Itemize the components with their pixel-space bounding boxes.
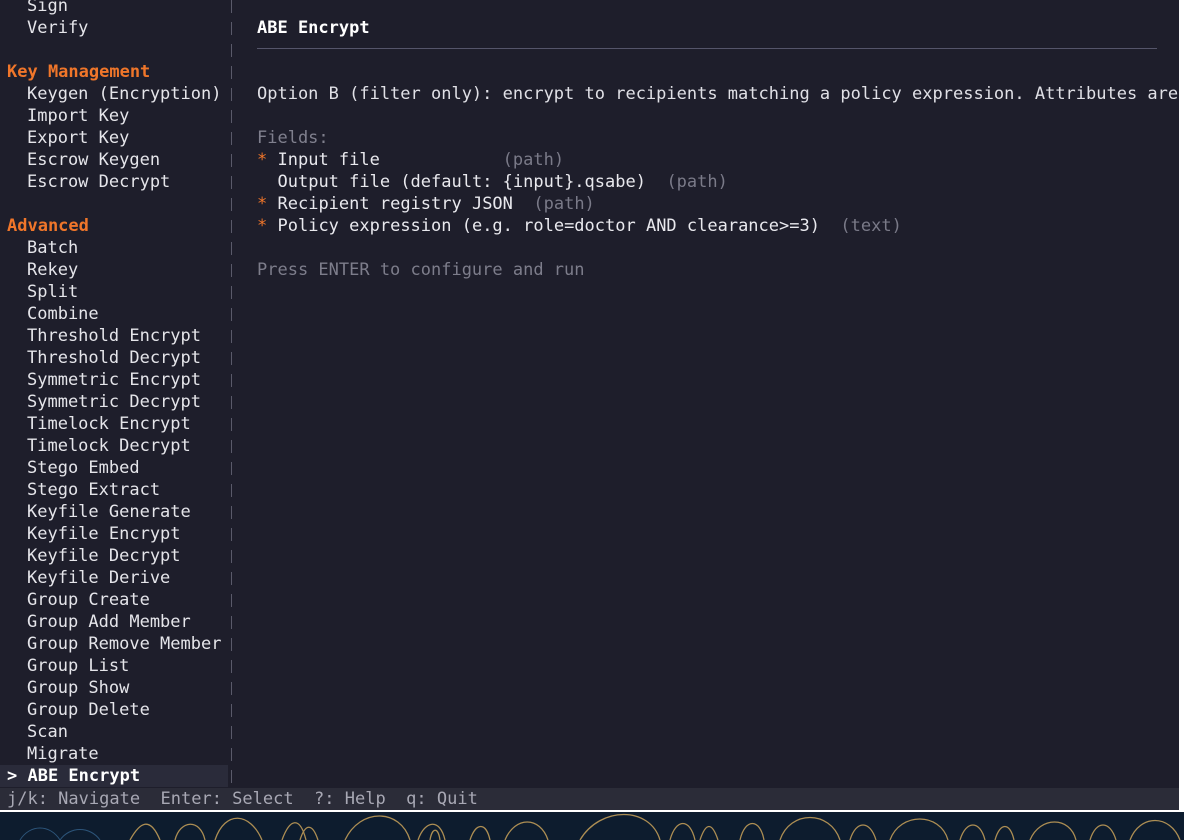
desktop-wallpaper <box>0 812 1184 840</box>
sidebar-menu: Sign Verify Key Management Keygen (Encrypti… <box>0 0 228 788</box>
fields-label: Fields: <box>257 128 329 148</box>
sidebar-item[interactable]: Import Key <box>0 105 228 127</box>
page-title: ABE Encrypt <box>257 18 370 38</box>
optional-marker <box>257 172 267 192</box>
field-name: Policy expression (e.g. role=doctor AND … <box>277 216 841 236</box>
sidebar-item[interactable]: Escrow Decrypt <box>0 171 228 193</box>
required-marker: * <box>257 150 268 170</box>
field-row: * Policy expression (e.g. role=doctor AN… <box>257 215 902 237</box>
sidebar-item[interactable]: Keyfile Decrypt <box>0 545 228 567</box>
pane-divider <box>231 0 232 788</box>
sidebar-item[interactable]: Batch <box>0 237 228 259</box>
required-marker: * <box>257 194 268 214</box>
sidebar-item[interactable]: Rekey <box>0 259 228 281</box>
field-row: * Input file (path) <box>257 149 564 171</box>
sidebar-section-header: Advanced <box>7 216 89 236</box>
sidebar-section-header: Key Management <box>7 62 151 82</box>
status-bar: j/k: Navigate Enter: Select ?: Help q: Q… <box>0 788 1179 810</box>
field-row: * Recipient registry JSON (path) <box>257 193 595 215</box>
sidebar-item[interactable]: Combine <box>0 303 228 325</box>
sidebar-item[interactable]: Group Delete <box>0 699 228 721</box>
terminal-window: Sign Verify Key Management Keygen (Encrypti… <box>0 0 1179 810</box>
sidebar-item[interactable]: Stego Extract <box>0 479 228 501</box>
sidebar-item[interactable]: Keyfile Generate <box>0 501 228 523</box>
operation-description: Option B (filter only): encrypt to recip… <box>257 84 1179 104</box>
field-type: (path) <box>666 172 728 192</box>
field-name: Recipient registry JSON <box>277 194 534 214</box>
sidebar-item[interactable]: Group Show <box>0 677 228 699</box>
sidebar-item[interactable]: Split <box>0 281 228 303</box>
sidebar-item[interactable]: Symmetric Encrypt <box>0 369 228 391</box>
sidebar-item[interactable]: Export Key <box>0 127 228 149</box>
sidebar-item[interactable]: Threshold Decrypt <box>0 347 228 369</box>
sidebar-item[interactable]: Keyfile Encrypt <box>0 523 228 545</box>
sidebar-item[interactable]: Sign <box>0 0 228 17</box>
field-name: Output file (default: {input}.qsabe) <box>277 172 667 192</box>
sidebar-item[interactable]: Symmetric Decrypt <box>0 391 228 413</box>
field-row: Output file (default: {input}.qsabe) (pa… <box>257 171 728 193</box>
run-hint: Press ENTER to configure and run <box>257 260 585 280</box>
sidebar-item[interactable]: Group Create <box>0 589 228 611</box>
sidebar-item[interactable]: Threshold Encrypt <box>0 325 228 347</box>
sidebar-item[interactable]: Escrow Keygen <box>0 149 228 171</box>
main-pane: ABE Encrypt Option B (filter only): encr… <box>257 0 1179 788</box>
sidebar-item[interactable]: Group Remove Member <box>0 633 228 655</box>
field-type: (text) <box>840 216 902 236</box>
field-type: (path) <box>533 194 595 214</box>
field-type: (path) <box>502 150 565 170</box>
required-marker: * <box>257 216 268 236</box>
sidebar-item[interactable]: Migrate <box>0 743 228 765</box>
sidebar-item[interactable]: Scan <box>0 721 228 743</box>
sidebar-item[interactable]: Group List <box>0 655 228 677</box>
title-underline <box>257 48 1157 49</box>
sidebar-item[interactable]: Timelock Decrypt <box>0 435 228 457</box>
sidebar-item[interactable]: Keygen (Encryption) <box>0 83 228 105</box>
sidebar-item-selected[interactable]: > ABE Encrypt <box>0 765 228 787</box>
sidebar-item[interactable]: Stego Embed <box>0 457 228 479</box>
sidebar-item[interactable]: Keyfile Derive <box>0 567 228 589</box>
field-name: Input file <box>277 150 503 170</box>
sidebar-item[interactable]: Timelock Encrypt <box>0 413 228 435</box>
sidebar-item[interactable]: Group Add Member <box>0 611 228 633</box>
sidebar-item[interactable]: Verify <box>0 17 228 39</box>
